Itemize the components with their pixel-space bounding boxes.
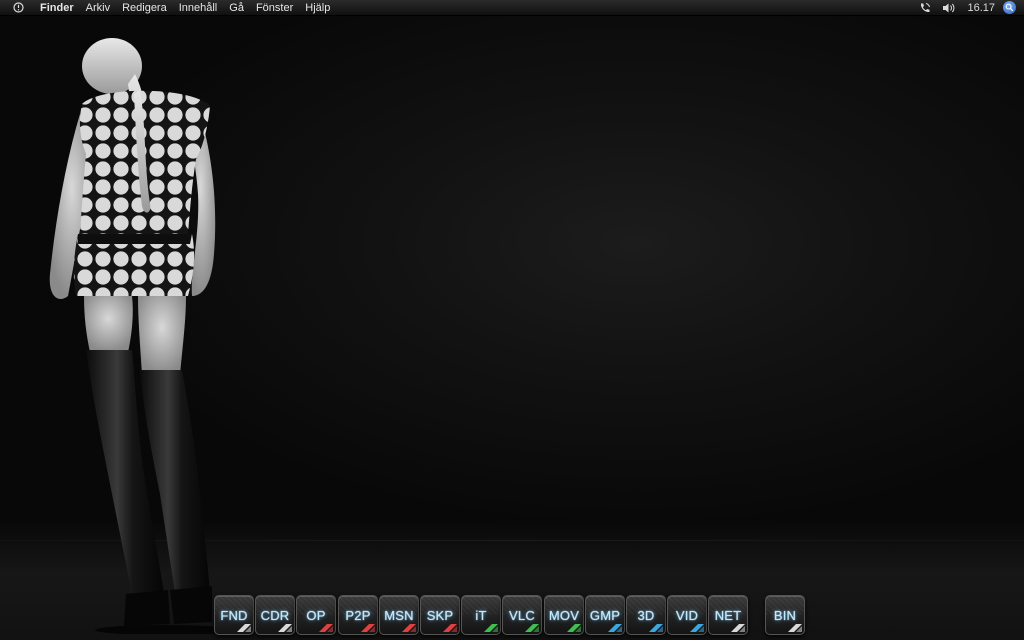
menu-arkiv[interactable]: Arkiv xyxy=(80,0,116,16)
dock-item-mov[interactable]: MOV xyxy=(544,595,584,635)
menu-innehall[interactable]: Innehåll xyxy=(173,0,224,16)
dock-item-label: VID xyxy=(675,608,699,623)
dock-item-cdr[interactable]: CDR xyxy=(255,595,295,635)
dock-accent-stripe-icon xyxy=(788,624,802,632)
dock-item-label: 3D xyxy=(637,608,655,623)
dock-accent-stripe-icon xyxy=(484,624,498,632)
dock-item-label: GMP xyxy=(589,608,621,623)
dock-item-label: CDR xyxy=(260,608,290,623)
dock-accent-stripe-icon xyxy=(402,624,416,632)
dock-accent-stripe-icon xyxy=(608,624,622,632)
dock-accent-stripe-icon xyxy=(567,624,581,632)
dock-item-label: SKP xyxy=(426,608,454,623)
volume-icon[interactable] xyxy=(942,2,956,14)
dock-item-gmp[interactable]: GMP xyxy=(585,595,625,635)
dock-item-label: OP xyxy=(306,608,326,623)
menu-fonster[interactable]: Fönster xyxy=(250,0,299,16)
dock-item-label: MSN xyxy=(384,608,414,623)
menu-bar: Finder Arkiv Redigera Innehåll Gå Fönste… xyxy=(0,0,1024,16)
phone-icon[interactable] xyxy=(918,2,932,14)
dock-item-label: VLC xyxy=(509,608,535,623)
dock-item-fnd[interactable]: FND xyxy=(214,595,254,635)
dock-item-vlc[interactable]: VLC xyxy=(502,595,542,635)
dock-item-p2p[interactable]: P2P xyxy=(338,595,378,635)
dock-item-vid[interactable]: VID xyxy=(667,595,707,635)
dock-item-label: FND xyxy=(220,608,248,623)
dock-item-label: NET xyxy=(714,608,742,623)
dock-item-label: BIN xyxy=(773,608,797,623)
dock-accent-stripe-icon xyxy=(237,624,251,632)
dock-accent-stripe-icon xyxy=(525,624,539,632)
dock-item-msn[interactable]: MSN xyxy=(379,595,419,635)
menu-hjalp[interactable]: Hjälp xyxy=(299,0,336,16)
spotlight-icon[interactable] xyxy=(1003,1,1016,14)
dock-accent-stripe-icon xyxy=(319,624,333,632)
dock-item-op[interactable]: OP xyxy=(296,595,336,635)
menu-extras: 16.17 xyxy=(913,0,1024,16)
menu-app-finder[interactable]: Finder xyxy=(34,0,80,16)
dock-accent-stripe-icon xyxy=(649,624,663,632)
dock-accent-stripe-icon xyxy=(278,624,292,632)
wallpaper-woman-figure xyxy=(49,38,235,634)
dock-accent-stripe-icon xyxy=(443,624,457,632)
dock-item-label: MOV xyxy=(548,608,580,623)
dock-accent-stripe-icon xyxy=(690,624,704,632)
dock-item-bin[interactable]: BIN xyxy=(765,595,805,635)
apple-menu-icon[interactable] xyxy=(12,2,24,14)
dock: FND CDR OP P2P MSN SKP iT VLC MOV GMP 3D VID NET BIN xyxy=(0,592,1024,640)
dock-item-label: iT xyxy=(475,608,487,623)
dock-item-skp[interactable]: SKP xyxy=(420,595,460,635)
dock-accent-stripe-icon xyxy=(361,624,375,632)
dock-item-it[interactable]: iT xyxy=(461,595,501,635)
dock-item-label: P2P xyxy=(345,608,371,623)
menu-clock[interactable]: 16.17 xyxy=(961,2,1003,14)
dock-item-net[interactable]: NET xyxy=(708,595,748,635)
dock-accent-stripe-icon xyxy=(731,624,745,632)
menu-ga[interactable]: Gå xyxy=(223,0,250,16)
menu-redigera[interactable]: Redigera xyxy=(116,0,173,16)
desktop: Finder Arkiv Redigera Innehåll Gå Fönste… xyxy=(0,0,1024,640)
dock-item-3d[interactable]: 3D xyxy=(626,595,666,635)
